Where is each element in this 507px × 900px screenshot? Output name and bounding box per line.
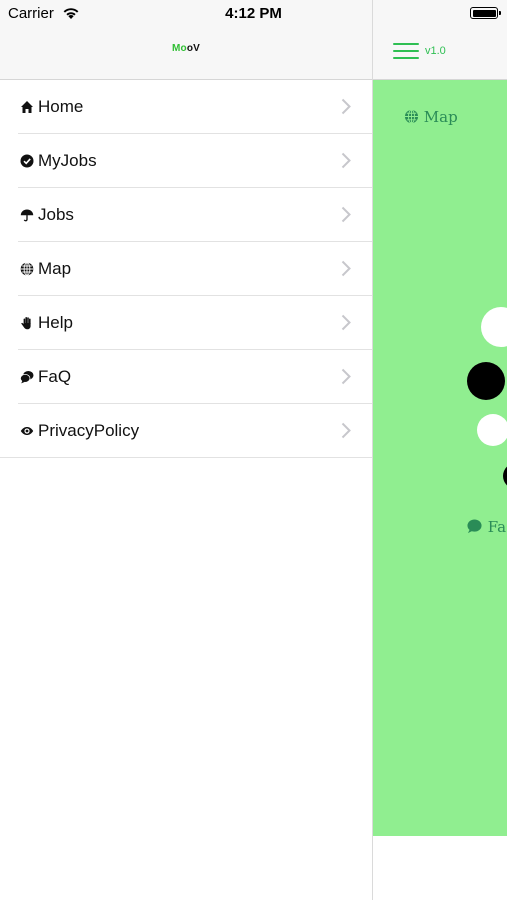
decorative-dot-black	[503, 463, 507, 489]
menu-item-label: Map	[38, 259, 72, 278]
menu-item-myjobs[interactable]: MyJobs	[0, 134, 372, 188]
menu-item-map[interactable]: Map	[0, 242, 372, 296]
battery-icon	[470, 7, 501, 19]
chevron-right-icon	[341, 152, 351, 169]
menu-item-label: Home	[38, 97, 84, 116]
main-nav-bar: v1.0	[373, 0, 507, 80]
map-shortcut-link[interactable]: Map	[404, 108, 458, 126]
menu-item-label: Help	[38, 313, 73, 332]
menu-item-label: MyJobs	[38, 151, 97, 170]
drawer-header: Carrier MooV	[0, 0, 372, 80]
globe-icon	[404, 109, 419, 124]
chevron-right-icon	[341, 98, 351, 115]
chat-bubbles-icon	[467, 519, 482, 534]
chevron-right-icon	[341, 314, 351, 331]
carrier-label: Carrier	[8, 5, 54, 22]
menu-item-faq[interactable]: FaQ	[0, 350, 372, 404]
app-logo: MooV	[0, 43, 372, 54]
menu-item-label: FaQ	[38, 367, 72, 386]
chevron-right-icon	[341, 260, 351, 277]
menu-item-jobs[interactable]: Jobs	[0, 188, 372, 242]
decorative-dot-white	[477, 414, 507, 446]
chevron-right-icon	[341, 368, 351, 385]
main-bottom-bar	[373, 836, 507, 900]
decorative-dot-white	[481, 307, 507, 347]
home-icon	[21, 101, 33, 113]
globe-icon	[20, 262, 34, 276]
chat-bubbles-icon	[20, 371, 34, 384]
side-drawer: Carrier MooV Home MyJobs Jobs Map Help F…	[0, 0, 372, 900]
app-screen: v1.0 Map FaQ	[0, 0, 507, 900]
faq-shortcut-label: FaQ	[487, 518, 507, 536]
main-screen[interactable]: v1.0 Map FaQ	[372, 0, 507, 900]
chevron-right-icon	[341, 206, 351, 223]
check-circle-icon	[20, 154, 34, 168]
logo-text-part: Mo	[171, 43, 187, 54]
map-shortcut-label: Map	[423, 108, 458, 126]
drawer-menu: Home MyJobs Jobs Map Help FaQ PrivacyPol…	[0, 80, 372, 458]
decorative-dot-black	[467, 362, 505, 400]
menu-item-help[interactable]: Help	[0, 296, 372, 350]
home-content-panel: Map FaQ	[373, 80, 507, 836]
logo-text-part: V	[193, 43, 201, 54]
faq-shortcut-link[interactable]: FaQ	[466, 518, 507, 536]
menu-item-home[interactable]: Home	[0, 80, 372, 134]
hamburger-menu-icon[interactable]	[393, 43, 419, 61]
row-separator	[0, 457, 372, 458]
wifi-icon	[63, 8, 79, 19]
umbrella-icon	[20, 209, 34, 222]
menu-item-privacypolicy[interactable]: PrivacyPolicy	[0, 404, 372, 458]
version-label: v1.0	[425, 45, 446, 57]
menu-item-label: Jobs	[38, 205, 74, 224]
eye-icon	[20, 427, 34, 435]
chevron-right-icon	[341, 422, 351, 439]
hand-icon	[21, 317, 31, 330]
menu-item-label: PrivacyPolicy	[38, 421, 140, 440]
